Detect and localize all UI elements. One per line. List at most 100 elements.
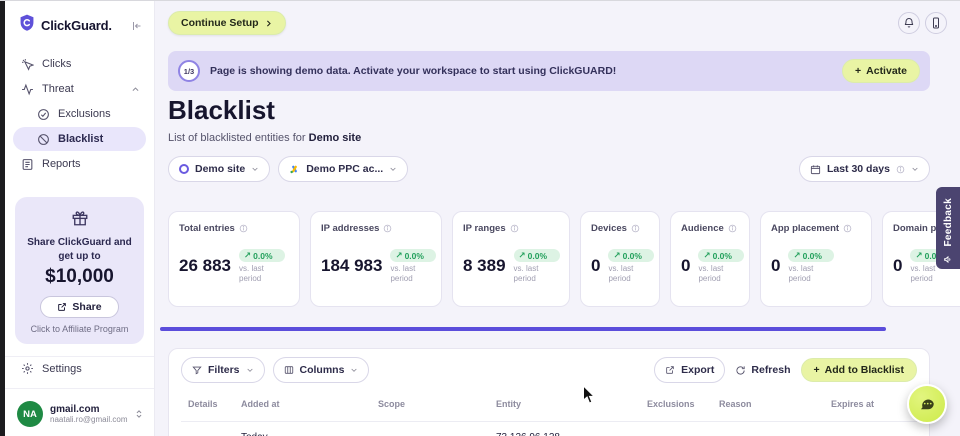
activate-button[interactable]: + Activate: [842, 59, 920, 83]
affiliate-promo-card: Share ClickGuard and get up to $10,000 S…: [15, 197, 144, 344]
columns-label: Columns: [300, 364, 345, 376]
trend-up-icon: ↗: [793, 250, 800, 261]
export-button[interactable]: Export: [654, 357, 725, 383]
calendar-icon: [810, 164, 821, 175]
sidebar-item-settings[interactable]: Settings: [13, 362, 146, 375]
trend-badge: ↗0.0%: [514, 249, 560, 262]
filter-row: Demo site Demo PPC ac... Last 30 days: [168, 156, 930, 182]
clickguard-app: ClickGuard. Clicks Threat: [0, 0, 960, 436]
nav-label: Blacklist: [58, 133, 103, 145]
site-icon: [179, 164, 189, 174]
table-row[interactable]: Today 73.126.96.128: [181, 421, 917, 436]
refresh-button[interactable]: Refresh: [735, 364, 790, 376]
column-header-added-at[interactable]: Added at: [241, 399, 378, 409]
stat-caption: vs. last period: [788, 264, 834, 283]
clickguard-logo-icon: [19, 14, 35, 37]
column-header-reason[interactable]: Reason: [719, 399, 831, 409]
share-button[interactable]: Share: [40, 296, 118, 318]
sidebar-item-blacklist[interactable]: Blacklist: [13, 127, 146, 151]
stat-card-ip-addresses: IP addresses 184 983 ↗0.0%vs. last perio…: [310, 211, 442, 307]
cell-added-at: Today: [241, 432, 378, 436]
feedback-tab[interactable]: Feedback: [936, 187, 960, 269]
table-actions: Export Refresh + Add to Blacklist: [654, 357, 917, 383]
affiliate-link[interactable]: Click to Affiliate Program: [23, 324, 136, 334]
date-range-selector[interactable]: Last 30 days: [799, 156, 930, 182]
sidebar-item-threat[interactable]: Threat: [13, 77, 146, 101]
delta-value: 0.0%: [405, 251, 424, 261]
user-name: gmail.com: [50, 404, 127, 415]
column-header-details[interactable]: Details: [188, 399, 241, 409]
share-label: Share: [72, 301, 101, 313]
add-to-blacklist-button[interactable]: + Add to Blacklist: [801, 358, 918, 382]
columns-button[interactable]: Columns: [273, 357, 370, 383]
nav-label: Clicks: [42, 58, 71, 70]
stat-card-devices: Devices 0 ↗0.0%vs. last period: [580, 211, 660, 307]
stat-label: Devices: [591, 223, 627, 234]
mobile-app-button[interactable]: [925, 12, 947, 34]
stat-value: 184 983: [321, 256, 382, 276]
avatar: NA: [17, 401, 43, 427]
cell-details: [188, 432, 241, 436]
column-header-exclusions[interactable]: Exclusions: [647, 399, 719, 409]
ppc-account-selector[interactable]: Demo PPC ac...: [278, 156, 408, 182]
device-icon: [930, 17, 942, 29]
column-header-scope[interactable]: Scope: [378, 399, 496, 409]
cell-scope: [378, 432, 496, 436]
chevron-down-icon: [389, 165, 397, 173]
column-header-entity[interactable]: Entity: [496, 399, 647, 409]
sidebar-item-clicks[interactable]: Clicks: [13, 52, 146, 76]
sidebar-item-reports[interactable]: Reports: [13, 152, 146, 176]
select-chevrons-icon: [134, 409, 144, 419]
stat-caption: vs. last period: [608, 264, 654, 283]
continue-setup-button[interactable]: Continue Setup: [168, 11, 286, 35]
subtitle-text: List of blacklisted entities for: [168, 132, 306, 144]
stat-caption: vs. last period: [698, 264, 744, 283]
horizontal-scrollbar[interactable]: [160, 327, 886, 331]
promo-text: Share ClickGuard and get up to: [23, 236, 136, 263]
export-icon: [665, 365, 675, 375]
topbar-actions: [898, 12, 947, 34]
clicks-icon: [21, 58, 34, 71]
stat-value: 8 389: [463, 256, 506, 276]
user-account[interactable]: NA gmail.com naatali.ro@gmail.com: [5, 393, 154, 436]
brand-name: ClickGuard.: [41, 18, 112, 33]
feedback-megaphone-icon: [944, 255, 953, 264]
nav-label: Threat: [42, 83, 74, 95]
check-circle-icon: [37, 108, 50, 121]
stat-card-total-entries: Total entries 26 883 ↗0.0%vs. last perio…: [168, 211, 300, 307]
date-range-value: Last 30 days: [827, 163, 890, 175]
columns-icon: [284, 365, 294, 375]
page-subtitle: List of blacklisted entities for Demo si…: [168, 132, 361, 144]
cell-reason: [719, 432, 831, 436]
delta-value: 0.0%: [713, 251, 732, 261]
filters-button[interactable]: Filters: [181, 357, 265, 383]
stats-row: Total entries 26 883 ↗0.0%vs. last perio…: [168, 211, 960, 313]
nav-label: Reports: [42, 158, 81, 170]
chevron-down-icon: [911, 165, 919, 173]
trend-up-icon: ↗: [519, 250, 526, 261]
stat-card-app-placement: App placement 0 ↗0.0%vs. last period: [760, 211, 872, 307]
sidebar-item-exclusions[interactable]: Exclusions: [13, 102, 146, 126]
divider: [5, 388, 154, 389]
main-content: Continue Setup 1/3 Page is showing demo …: [155, 1, 960, 436]
site-selector[interactable]: Demo site: [168, 156, 270, 182]
delta-value: 0.0%: [528, 251, 547, 261]
cell-exclusions: [647, 432, 719, 436]
sidebar-collapse-icon[interactable]: [130, 20, 142, 32]
threat-icon: [21, 83, 34, 96]
plus-icon: +: [855, 65, 861, 77]
column-header-expires-at[interactable]: Expires at: [831, 399, 917, 409]
table-toolbar: Filters Columns Export Refresh: [181, 357, 917, 383]
setup-progress-badge: 1/3: [178, 60, 200, 82]
activate-label: Activate: [866, 65, 907, 77]
divider: [5, 356, 154, 357]
sidebar: ClickGuard. Clicks Threat: [5, 1, 155, 436]
stat-card-ip-ranges: IP ranges 8 389 ↗0.0%vs. last period: [452, 211, 570, 307]
info-icon: [896, 165, 905, 174]
stat-caption: vs. last period: [390, 264, 436, 283]
chat-widget-button[interactable]: [907, 384, 947, 424]
stat-card-audience: Audience 0 ↗0.0%vs. last period: [670, 211, 750, 307]
trend-badge: ↗0.0%: [698, 249, 744, 262]
info-icon: [728, 224, 737, 233]
notifications-button[interactable]: [898, 12, 920, 34]
